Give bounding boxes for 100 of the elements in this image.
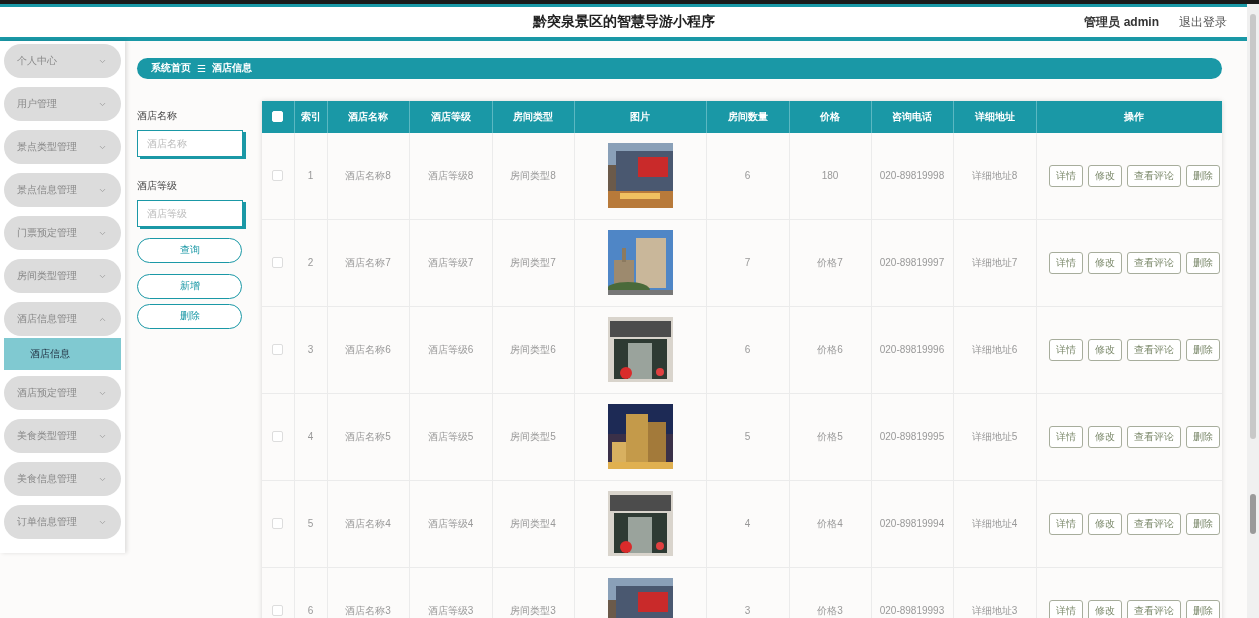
app-title: 黔突泉景区的智慧导游小程序 xyxy=(532,13,715,31)
table-cell: 1 xyxy=(307,170,314,182)
table-cell: 180 xyxy=(821,170,839,182)
column-header: 房间数量 xyxy=(706,100,789,133)
row-action-button[interactable]: 删除 xyxy=(1185,338,1220,361)
column-header: 酒店名称 xyxy=(327,100,409,133)
action-button[interactable]: 删除 xyxy=(137,303,242,329)
column-header: 酒店等级 xyxy=(409,100,492,133)
row-action-button[interactable]: 详情 xyxy=(1048,164,1083,187)
row-action-button[interactable]: 查看评论 xyxy=(1126,338,1181,361)
table-cell: 酒店等级5 xyxy=(427,430,474,442)
submenu-item[interactable]: 酒店信息 xyxy=(4,338,121,370)
table-cell: 酒店等级8 xyxy=(427,169,474,181)
table-cell: 酒店等级4 xyxy=(427,517,474,529)
row-action-button[interactable]: 详情 xyxy=(1048,512,1083,535)
breadcrumb-current: 酒店信息 xyxy=(211,61,252,76)
table-cell: 酒店名称8 xyxy=(345,169,391,181)
breadcrumb-separator: ☰ xyxy=(197,62,206,74)
field-label: 酒店等级 xyxy=(137,178,178,193)
table-cell: 020-89819993 xyxy=(879,605,945,617)
table-cell: 3 xyxy=(744,605,751,617)
row-action-button[interactable]: 查看评论 xyxy=(1126,164,1181,187)
table-cell: 房间类型7 xyxy=(510,256,556,268)
table-cell: 酒店名称7 xyxy=(345,256,391,268)
table-cell: 020-89819997 xyxy=(879,257,945,269)
breadcrumb-home-link[interactable]: 系统首页 xyxy=(151,61,191,76)
row-action-button[interactable]: 修改 xyxy=(1087,425,1122,448)
row-action-button[interactable]: 修改 xyxy=(1087,338,1122,361)
menu-item[interactable]: 景点类型管理 xyxy=(4,130,121,164)
row-checkbox[interactable] xyxy=(272,431,284,443)
table-cell: 4 xyxy=(307,431,314,443)
table-cell: 房间类型6 xyxy=(510,343,556,355)
row-action-button[interactable]: 删除 xyxy=(1185,599,1220,618)
field-label: 酒店名称 xyxy=(137,108,178,123)
row-action-button[interactable]: 查看评论 xyxy=(1126,251,1181,274)
table-cell: 4 xyxy=(744,518,751,530)
menu-item[interactable]: 门票预定管理 xyxy=(4,216,121,250)
column-header: 咨询电话 xyxy=(871,100,953,133)
row-action-button[interactable]: 删除 xyxy=(1185,251,1220,274)
column-header: 图片 xyxy=(574,100,706,133)
menu-item[interactable]: 美食类型管理 xyxy=(4,419,121,453)
row-action-button[interactable]: 详情 xyxy=(1048,599,1083,618)
row-action-button[interactable]: 修改 xyxy=(1087,512,1122,535)
search-field[interactable]: 酒店名称 xyxy=(137,129,243,157)
row-action-button[interactable]: 删除 xyxy=(1185,164,1220,187)
table-cell: 6 xyxy=(744,344,751,356)
action-button[interactable]: 新增 xyxy=(137,273,242,299)
table-cell: 房间类型3 xyxy=(510,604,556,616)
table-cell: 020-89819995 xyxy=(879,431,945,443)
row-action-button[interactable]: 详情 xyxy=(1048,425,1083,448)
menu-item[interactable]: 酒店预定管理 xyxy=(4,376,121,410)
table-cell: 房间类型5 xyxy=(510,430,556,442)
row-action-button[interactable]: 查看评论 xyxy=(1126,599,1181,618)
table-cell: 详细地址7 xyxy=(971,256,1018,268)
row-action-button[interactable]: 查看评论 xyxy=(1126,512,1181,535)
menu-item[interactable]: 用户管理 xyxy=(4,87,121,121)
table-cell: 详细地址6 xyxy=(971,343,1018,355)
row-checkbox[interactable] xyxy=(272,518,284,530)
row-action-button[interactable]: 修改 xyxy=(1087,251,1122,274)
table-cell: 房间类型4 xyxy=(510,517,556,529)
row-action-button[interactable]: 详情 xyxy=(1048,338,1083,361)
table-cell: 6 xyxy=(307,605,314,617)
table-cell: 详细地址3 xyxy=(971,604,1018,616)
search-field[interactable]: 酒店等级 xyxy=(137,199,243,227)
row-action-button[interactable]: 修改 xyxy=(1087,599,1122,618)
table-cell: 2 xyxy=(307,257,314,269)
table-cell: 价格3 xyxy=(817,604,843,616)
column-header: 操作 xyxy=(1036,100,1222,133)
table-cell: 详细地址8 xyxy=(971,169,1018,181)
table-cell: 5 xyxy=(744,431,751,443)
table-cell: 酒店名称6 xyxy=(345,343,391,355)
row-checkbox[interactable] xyxy=(272,605,284,617)
menu-item[interactable]: 个人中心 xyxy=(4,44,121,78)
row-action-button[interactable]: 详情 xyxy=(1048,251,1083,274)
table-cell: 3 xyxy=(307,344,314,356)
row-checkbox[interactable] xyxy=(272,257,284,269)
row-checkbox[interactable] xyxy=(272,344,284,356)
table-cell: 020-89819994 xyxy=(879,518,945,530)
row-action-button[interactable]: 修改 xyxy=(1087,164,1122,187)
scrollbar[interactable] xyxy=(1247,4,1259,618)
menu-item[interactable]: 房间类型管理 xyxy=(4,259,121,293)
table-cell: 020-89819996 xyxy=(879,344,945,356)
table-cell: 价格6 xyxy=(817,343,843,355)
row-action-button[interactable]: 删除 xyxy=(1185,512,1220,535)
row-action-button[interactable]: 查看评论 xyxy=(1126,425,1181,448)
column-header: 详细地址 xyxy=(953,100,1036,133)
logout-link[interactable]: 退出登录 xyxy=(1179,13,1227,31)
row-action-button[interactable]: 删除 xyxy=(1185,425,1220,448)
menu-item[interactable]: 酒店信息管理 xyxy=(4,302,121,336)
table-cell: 7 xyxy=(744,257,751,269)
menu-item[interactable]: 景点信息管理 xyxy=(4,173,121,207)
select-all-checkbox[interactable] xyxy=(272,111,284,123)
table-cell: 5 xyxy=(307,518,314,530)
table-cell: 价格4 xyxy=(817,517,843,529)
menu-item[interactable]: 美食信息管理 xyxy=(4,462,121,496)
row-checkbox[interactable] xyxy=(272,170,284,182)
menu-item[interactable]: 订单信息管理 xyxy=(4,505,121,539)
table-cell: 6 xyxy=(744,170,751,182)
table-cell: 价格5 xyxy=(817,430,843,442)
action-button[interactable]: 查询 xyxy=(137,237,242,263)
